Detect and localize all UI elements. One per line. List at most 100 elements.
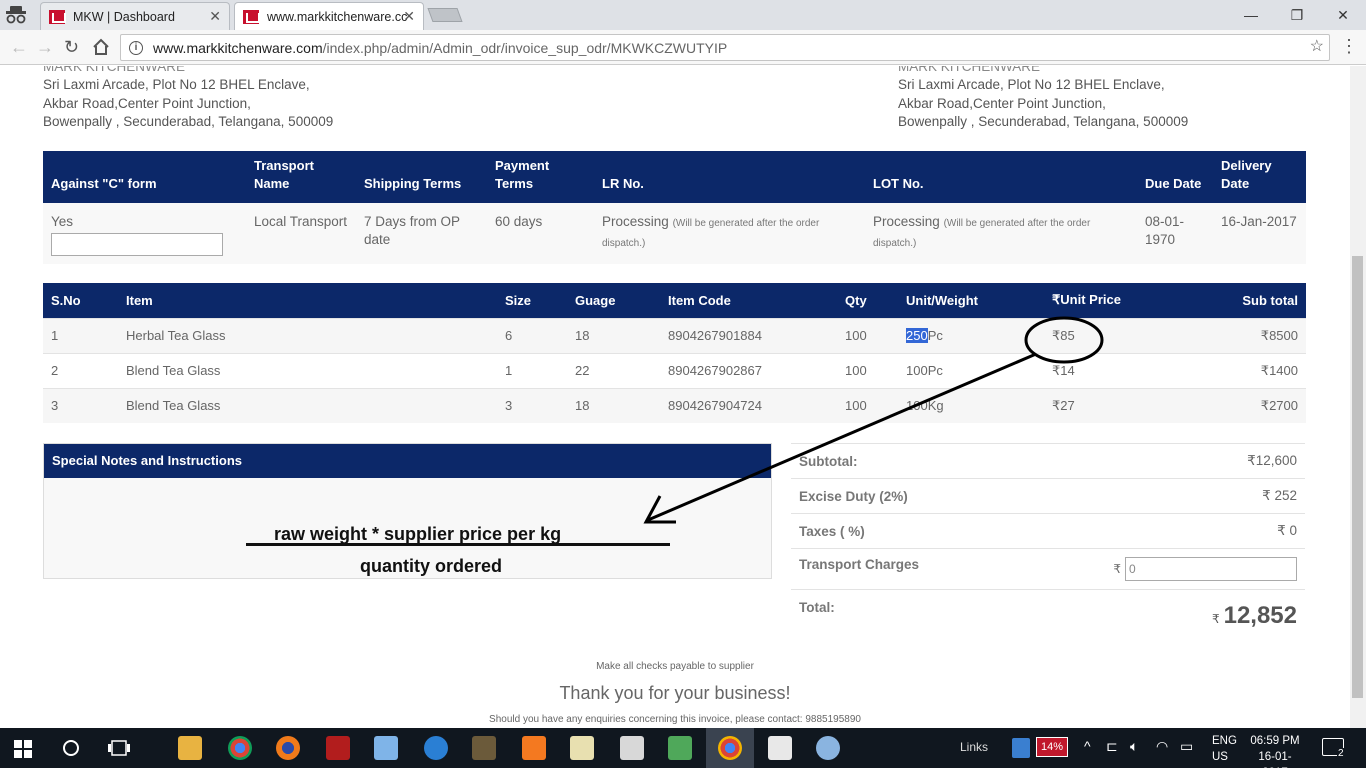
calculator-icon[interactable] [620,736,644,760]
supplier-address: MARK KITCHENWARE Sri Laxmi Arcade, Plot … [43,66,333,131]
transport-label: Transport Charges [799,557,920,572]
notification-count: 2 [1337,748,1345,759]
cell-size: 1 [497,352,567,388]
calendar-icon[interactable] [768,736,792,760]
cell-transport: Local Transport [246,203,356,264]
close-tab-icon[interactable]: ✕ [209,8,221,25]
close-window-button[interactable]: ✕ [1320,0,1366,30]
bookmark-star-icon[interactable]: ☆ [1310,36,1324,56]
windows-start-icon[interactable] [14,740,32,758]
special-notes-panel: Special Notes and Instructions raw weigh… [43,443,772,579]
invoice-page: MARK KITCHENWARE Sri Laxmi Arcade, Plot … [0,66,1350,728]
header-delivery: Delivery Date [1213,151,1306,203]
total-label: Total: [799,600,835,615]
table-row: 1 Herbal Tea Glass 6 18 8904267901884 10… [43,317,1306,353]
back-icon[interactable]: ← [10,37,28,58]
address-bar[interactable]: i www.markkitchenware.com /index.php/adm… [120,34,1330,61]
filezilla-icon[interactable] [326,736,350,760]
cell-item-code: 8904267904724 [660,387,837,423]
tab-invoice[interactable]: www.markkitchenware.cc ✕ [234,2,424,30]
transport-row: Transport Charges ₹ [791,548,1305,589]
header-lot: LOT No. [865,151,1137,203]
site-favicon-icon [49,9,66,24]
page-scrollbar[interactable] [1350,66,1366,728]
transport-charges-input[interactable] [1125,557,1297,581]
cell-size: 3 [497,387,567,423]
firefox-icon[interactable] [276,736,300,760]
address-line: Sri Laxmi Arcade, Plot No 12 BHEL Enclav… [898,77,1165,93]
cell-item-code: 8904267902867 [660,352,837,388]
cell-item: Herbal Tea Glass [118,317,497,353]
sublime-icon[interactable] [472,736,496,760]
tab-title: MKW | Dashboard [73,9,175,24]
network-icon[interactable]: ⊏ [1106,738,1118,755]
home-icon[interactable] [92,38,110,56]
browser-menu-icon[interactable]: ⋮ [1340,36,1358,57]
tab-title: www.markkitchenware.cc [267,9,408,24]
chrome-icon[interactable] [228,736,252,760]
file-explorer-icon[interactable] [178,736,202,760]
address-line: Bowenpally , Secunderabad, Telangana, 50… [43,113,334,129]
wifi-icon[interactable]: ◠ [1156,738,1168,755]
cell-item: Blend Tea Glass [118,387,497,423]
paint-icon[interactable] [816,736,840,760]
scrollbar-thumb[interactable] [1352,256,1363,698]
cell-unit-weight: 100Pc [898,352,1044,388]
tab-dashboard[interactable]: MKW | Dashboard ✕ [40,2,230,30]
address-line: Sri Laxmi Arcade, Plot No 12 BHEL Enclav… [43,77,310,93]
cell-subtotal: ₹2700 [1164,387,1306,423]
url-host: www.markkitchenware.com [153,39,323,56]
chrome-incognito-icon[interactable] [718,736,742,760]
clock[interactable]: 06:59 PM 16-01-2017 [1250,733,1300,781]
table-row: 3 Blend Tea Glass 3 18 8904267904724 100… [43,387,1306,423]
subtotal-value: ₹12,600 [1247,453,1297,468]
info-icon[interactable]: i [129,40,143,55]
documents-icon[interactable] [570,736,594,760]
header-payment: Payment Terms [487,151,594,203]
sync-icon[interactable] [424,736,448,760]
header-cform: Against "C" form [43,151,246,203]
tab-bar: MKW | Dashboard ✕ www.markkitchenware.cc… [0,0,1366,30]
header-item: Item [118,283,497,318]
cell-cform: Yes [43,203,246,264]
minimize-button[interactable]: — [1228,0,1274,30]
notes-app-icon[interactable] [668,736,692,760]
notes-title: Special Notes and Instructions [44,444,771,478]
new-tab-button[interactable] [427,8,463,22]
cell-subtotal: ₹8500 [1164,317,1306,353]
items-table: S.No Item Size Guage Item Code Qty Unit/… [43,283,1306,423]
battery-indicator[interactable]: 14% [1036,737,1068,757]
taxes-value: ₹ 0 [1277,523,1297,538]
forward-icon[interactable]: → [36,37,54,58]
contact-note: Should you have any enquiries concerning… [489,714,861,725]
virtualbox-icon[interactable] [374,736,398,760]
formula-denominator: quantity ordered [360,556,503,576]
cell-unit-price: ₹14 [1044,352,1164,388]
search-icon[interactable] [62,739,80,757]
cell-lr: Processing (Will be generated after the … [594,203,865,264]
notes-body[interactable]: raw weight * supplier price per kg quant… [44,478,771,578]
close-tab-icon[interactable]: ✕ [403,8,415,25]
cell-due: 08-01-1970 [1137,203,1213,264]
task-view-icon[interactable] [108,740,130,756]
table-row: Yes Local Transport 7 Days from OP date … [43,203,1306,264]
xampp-icon[interactable] [522,736,546,760]
reload-icon[interactable]: ↻ [64,37,79,58]
fraction-line [246,543,670,546]
incognito-icon [6,6,26,24]
header-item-code: Item Code [660,283,837,318]
selected-text: 250 [906,328,928,343]
keyboard-icon[interactable]: ▭ [1180,738,1193,755]
links-toolbar[interactable]: Links [960,740,988,754]
volume-icon[interactable]: 🔈︎ [1130,738,1138,755]
cform-input[interactable] [51,233,223,256]
address-line: Akbar Road,Center Point Junction, [43,95,251,111]
cell-unit-price: ₹27 [1044,387,1164,423]
defender-icon[interactable] [1012,738,1030,758]
chevron-up-icon[interactable]: ^ [1084,738,1091,754]
header-sno: S.No [43,283,118,318]
header-lr: LR No. [594,151,865,203]
restore-button[interactable]: ❐ [1274,0,1320,30]
language-indicator[interactable]: ENG US [1212,733,1237,765]
cell-lot: Processing (Will be generated after the … [865,203,1137,264]
